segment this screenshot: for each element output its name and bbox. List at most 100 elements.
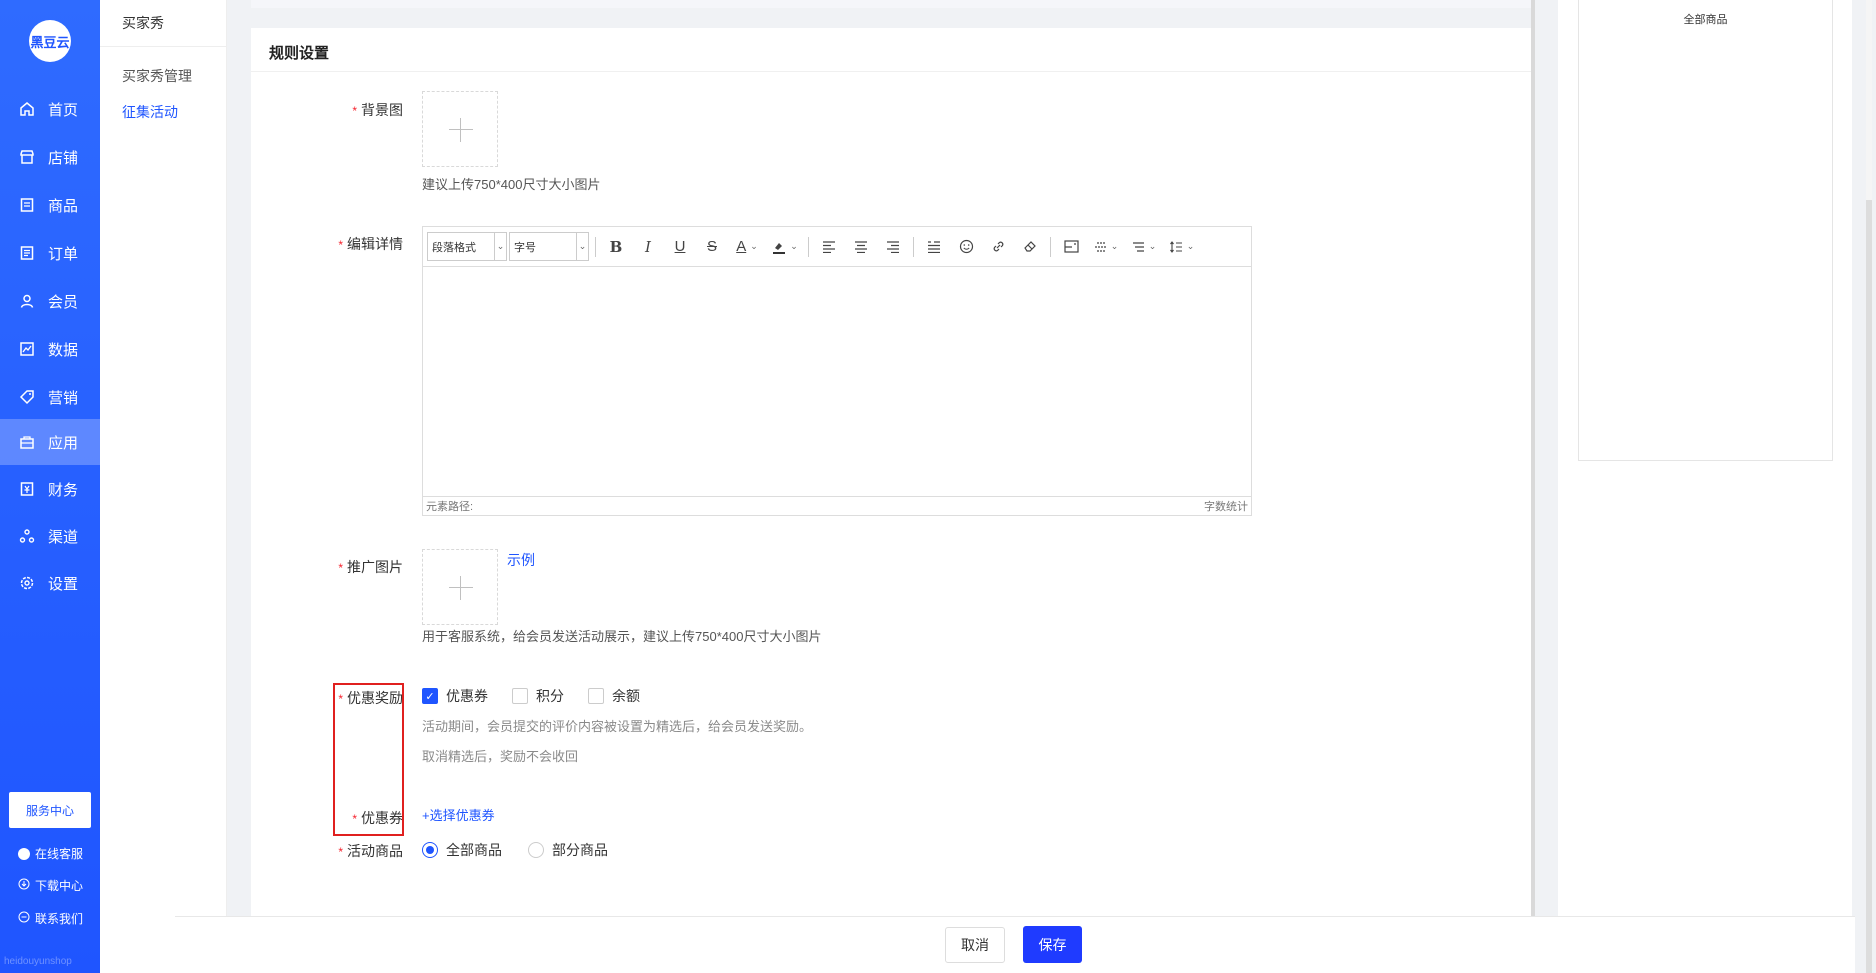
sub-nav-item-collect-activity[interactable]: 征集活动 [122,102,178,122]
rich-text-editor: 段落格式 ⌄ 字号 ⌄ B I U S A ⌄ ⌄ ⌄ ⌄ ⌄ 元素路径: 字数… [422,226,1252,516]
word-count-label: 字数统计 [1204,501,1248,513]
service-center-button[interactable]: 服务中心 [9,792,91,828]
check-icon: ✓ [422,688,438,704]
data-icon [18,340,36,358]
nav-item-order[interactable]: 订单 [0,230,100,276]
section-divider [251,71,1533,72]
page-scrollbar-thumb[interactable] [1866,200,1872,973]
promo-upload[interactable] [422,549,498,625]
nav-item-label: 首页 [48,101,79,119]
online-service-link[interactable]: 在线客服 [18,845,83,862]
reward-option-points[interactable]: 积分 [512,686,564,706]
background-upload[interactable] [422,91,498,167]
emoji-icon[interactable] [950,233,982,261]
nav-item-store[interactable]: 店铺 [0,134,100,180]
font-color-icon[interactable]: A ⌄ [728,233,766,261]
nav-item-label: 应用 [48,434,79,452]
nav-item-label: 设置 [48,575,79,593]
sub-nav: 买家秀 买家秀管理 征集活动 [100,0,227,973]
download-center-link[interactable]: 下载中心 [18,877,83,894]
home-icon [18,100,36,118]
gear-icon [18,574,36,592]
nav-item-finance[interactable]: 财务 [0,466,100,512]
editor-content-area[interactable] [423,267,1251,496]
nav-item-label: 渠道 [48,528,79,546]
channel-icon [18,527,36,545]
contact-us-label: 联系我们 [35,912,84,926]
preview-panel: 全部商品 [1558,0,1852,973]
reward-option-coupon[interactable]: ✓ 优惠券 [422,686,488,706]
align-center-icon[interactable] [845,233,877,261]
image-icon[interactable] [1055,233,1087,261]
phone-preview: 全部商品 [1578,0,1833,461]
line-height-icon[interactable]: ⌄ [1087,233,1125,261]
indent-icon[interactable]: ⌄ [1125,233,1163,261]
preview-text: 全部商品 [1683,14,1728,26]
online-service-icon [18,847,30,860]
checkbox [512,688,528,704]
eraser-icon[interactable] [1014,233,1046,261]
element-path-label: 元素路径: [426,501,474,513]
nav-item-member[interactable]: 会员 [0,278,100,324]
nav-item-label: 会员 [48,293,79,311]
goods-options: 全部商品 部分商品 [422,840,632,860]
nav-item-label: 店铺 [48,149,79,167]
reward-option-balance[interactable]: 余额 [588,686,640,706]
watermark-text: heidouyunshop [4,956,72,967]
select-coupon-link[interactable]: +选择优惠券 [422,805,495,824]
nav-item-home[interactable]: 首页 [0,86,100,132]
align-right-icon[interactable] [877,233,909,261]
sub-nav-item-showcase-manage[interactable]: 买家秀管理 [122,66,192,86]
link-icon[interactable] [982,233,1014,261]
font-size-select[interactable]: 字号 ⌄ [509,232,589,261]
nav-item-data[interactable]: 数据 [0,326,100,372]
align-left-icon[interactable] [813,233,845,261]
highlight-color-icon[interactable]: ⌄ [766,233,804,261]
reward-options: ✓ 优惠券 积分 余额 [422,686,664,706]
underline-icon[interactable]: U [664,233,696,261]
nav-item-marketing[interactable]: 营销 [0,374,100,420]
goods-option-partial[interactable]: 部分商品 [528,840,608,860]
download-center-label: 下载中心 [35,879,84,893]
save-button[interactable]: 保存 [1023,926,1082,963]
promo-example-link[interactable]: 示例 [507,550,535,570]
tag-icon [18,388,36,406]
goods-icon [18,196,36,214]
paragraph-spacing-icon[interactable]: ⌄ [1163,233,1201,261]
nav-item-channel[interactable]: 渠道 [0,513,100,559]
contact-us-link[interactable]: 联系我们 [18,910,83,927]
main-nav: 黑豆云 首页 店铺 商品 订单 会员 数据 营销 应用 财务 渠道 设置 服务中… [0,0,100,973]
content-scrollbar[interactable] [1531,0,1535,973]
nav-item-label: 营销 [48,389,79,407]
nav-item-label: 商品 [48,197,79,215]
highlight-box [333,683,404,836]
editor-footer: 元素路径: 字数统计 [423,496,1251,515]
nav-item-goods[interactable]: 商品 [0,182,100,228]
action-bar: 取消 保存 [175,916,1855,973]
nav-item-settings[interactable]: 设置 [0,560,100,606]
nav-item-app[interactable]: 应用 [0,419,100,465]
top-strip [251,0,1533,8]
checkbox [588,688,604,704]
editor-toolbar: 段落格式 ⌄ 字号 ⌄ B I U S A ⌄ ⌄ ⌄ ⌄ ⌄ [423,227,1251,267]
detail-label: * 编辑详情 [338,236,403,252]
store-icon [18,148,36,166]
background-hint: 建议上传750*400尺寸大小图片 [422,177,601,192]
paragraph-format-select[interactable]: 段落格式 ⌄ [427,232,507,261]
brand-logo[interactable]: 黑豆云 [29,20,71,62]
sub-nav-title: 买家秀 [100,0,226,47]
background-label: * 背景图 [352,102,403,118]
promo-hint: 用于客服系统，给会员发送活动展示，建议上传750*400尺寸大小图片 [422,629,822,644]
goods-option-all[interactable]: 全部商品 [422,840,502,860]
goods-label: * 活动商品 [338,843,403,859]
strikethrough-icon[interactable]: S [696,233,728,261]
online-service-label: 在线客服 [35,847,84,861]
reward-hint-1: 活动期间，会员提交的评价内容被设置为精选后，给会员发送奖励。 [422,719,813,734]
app-icon [18,433,36,451]
bold-icon[interactable]: B [600,233,632,261]
download-icon [18,878,30,893]
cancel-button[interactable]: 取消 [945,927,1005,963]
italic-icon[interactable]: I [632,233,664,261]
nav-item-label: 订单 [48,245,79,263]
quote-icon[interactable] [918,233,950,261]
